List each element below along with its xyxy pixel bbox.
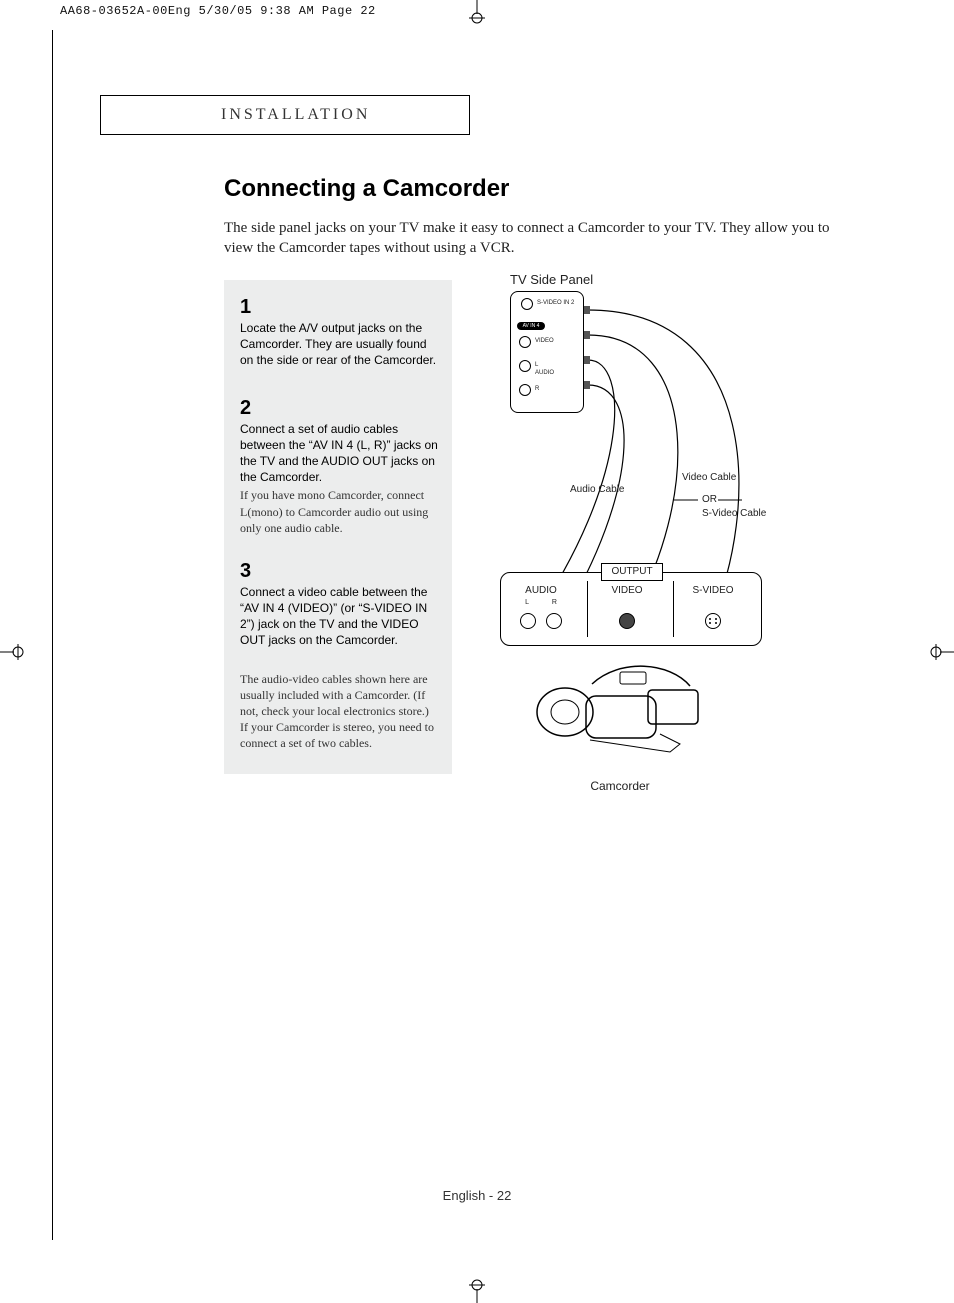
step-number: 1 [240,294,438,320]
svideo-cable-label: S-Video Cable [702,508,766,519]
cam-video-label: VIDEO [611,585,642,596]
step-number: 2 [240,395,438,421]
step-note: If you have mono Camcorder, connect L(mo… [240,487,438,536]
svideo-label: S-VIDEO IN 2 [537,300,574,306]
page-footer: English - 22 [0,1188,954,1203]
cam-svideo-section: S-VIDEO [673,585,753,626]
step-number: 3 [240,558,438,584]
step-body: Connect a video cable between the “AV IN… [240,584,438,649]
audio-cable-label: Audio Cable [570,484,624,495]
cam-audio-r-jack-icon [546,613,562,629]
step-body: Locate the A/V output jacks on the Camco… [240,320,438,369]
video-jack-icon [519,336,531,348]
footnote: The audio-video cables shown here are us… [240,671,438,752]
audio-l-jack-icon [519,360,531,372]
crop-mark-left [0,632,24,672]
cam-svideo-label: S-VIDEO [692,585,733,596]
camcorder-caption: Camcorder [520,779,720,793]
crop-mark-top [457,0,497,24]
cam-r-label: R [552,599,557,606]
cam-l-label: L [525,599,529,606]
camcorder-icon [520,662,720,772]
cam-audio-label: AUDIO [525,585,557,596]
print-job-header: AA68-03652A-00Eng 5/30/05 9:38 AM Page 2… [60,4,376,18]
av-in-badge: AV IN 4 [517,322,545,330]
tv-side-panel: S-VIDEO IN 2 AV IN 4 VIDEO L AUDIO R [510,291,584,413]
cam-audio-section: AUDIO L R [501,585,581,626]
output-label: OUTPUT [601,563,663,581]
crop-mark-bottom [457,1279,497,1303]
camcorder-illustration: Camcorder [520,662,720,793]
audio-r-jack-icon [519,384,531,396]
cam-audio-l-jack-icon [520,613,536,629]
page-title: Connecting a Camcorder [224,175,509,203]
video-label: VIDEO [535,338,554,344]
section-heading-text: INSTALLATION [221,106,370,124]
video-cable-label: Video Cable [682,472,736,483]
svideo-jack-icon [521,298,533,310]
connection-diagram: TV Side Panel S-VIDEO IN 2 AV IN 4 VIDEO… [470,272,840,413]
lead-paragraph: The side panel jacks on your TV make it … [224,218,844,259]
cam-svideo-jack-icon [705,613,721,629]
step-body: Connect a set of audio cables between th… [240,421,438,486]
audio-label: AUDIO [535,370,554,376]
crop-mark-right [930,632,954,672]
cam-video-section: VIDEO [587,585,667,626]
or-label: OR [702,494,717,505]
steps-panel: 1 Locate the A/V output jacks on the Cam… [224,280,452,774]
camcorder-output-panel: OUTPUT AUDIO L R VIDEO S-VIDEO [500,572,762,646]
section-heading-tab: INSTALLATION [100,95,470,135]
audio-r-label: R [535,386,539,392]
cam-video-jack-icon [619,613,635,629]
audio-l-label: L [535,362,538,368]
trim-line [52,30,53,1240]
